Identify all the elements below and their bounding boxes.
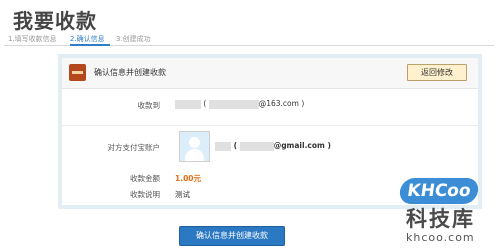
watermark-logo: KHCoo xyxy=(398,178,480,204)
back-edit-button[interactable]: 返回修改 xyxy=(407,64,467,81)
card-divider xyxy=(62,125,478,126)
payer-account-value: ( @gmail.com ) xyxy=(215,141,331,151)
confirm-create-button[interactable]: 确认信息并创建收款 xyxy=(179,226,285,246)
watermark-domain: khcoo.com xyxy=(406,231,475,244)
masked-email xyxy=(208,99,259,109)
amount-label: 收款金额 xyxy=(130,174,160,183)
step-1: 1.填写收款信息 xyxy=(8,35,57,43)
masked-name xyxy=(215,141,231,151)
step-2-active: 2.确认信息 xyxy=(70,35,105,43)
payer-account-label: 对方支付宝账户 xyxy=(107,143,161,152)
step-progress: 1.填写收款信息 2.确认信息 3.创建成功 xyxy=(4,33,494,46)
note-label: 收款说明 xyxy=(130,190,160,199)
step-3: 3.创建成功 xyxy=(116,35,151,43)
amount-value: 1.00元 xyxy=(175,174,202,183)
card-header: 确认信息并创建收款 返回修改 xyxy=(62,58,478,89)
active-step-underline xyxy=(70,44,110,46)
payee-value: ( @163.com ) xyxy=(175,99,304,109)
page-title: 我要收款 xyxy=(13,9,97,33)
masked-name xyxy=(175,99,201,109)
alipay-cashier-icon xyxy=(69,64,86,81)
payee-label: 收款到 xyxy=(137,101,161,110)
card-header-title: 确认信息并创建收款 xyxy=(94,68,166,77)
user-avatar-icon xyxy=(179,131,210,162)
note-value: 测试 xyxy=(175,190,190,199)
masked-email xyxy=(239,141,274,151)
watermark-name: 科技库 xyxy=(406,207,475,231)
